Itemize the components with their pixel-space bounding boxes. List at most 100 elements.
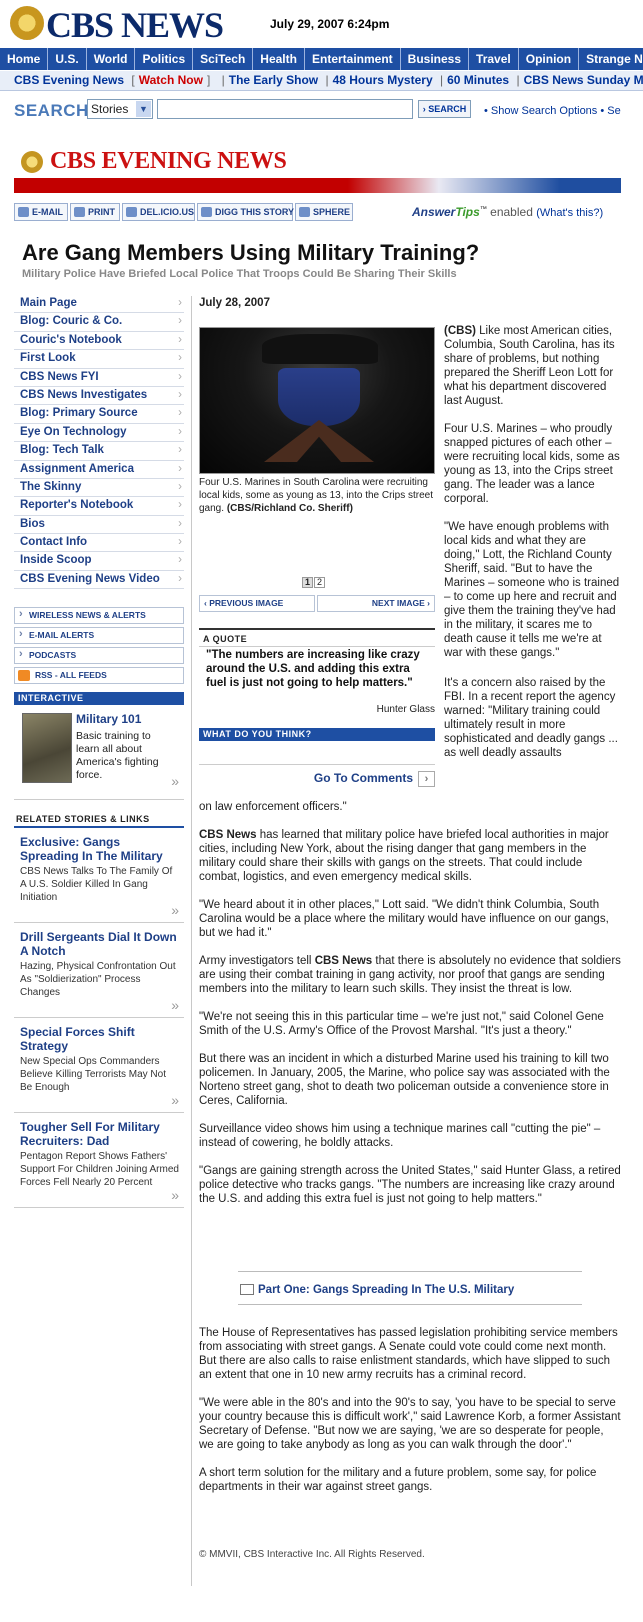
chevron-right-icon[interactable]: ›: [418, 771, 435, 787]
related-item: Exclusive: Gangs Spreading In The Milita…: [14, 828, 184, 924]
more-arrow-icon[interactable]: »: [171, 773, 179, 789]
article-text-column: (CBS) Like most American cities, Columbi…: [444, 324, 621, 760]
related-item-text: CBS News Talks To The Family Of A U.S. S…: [20, 866, 173, 904]
more-arrow-icon[interactable]: »: [171, 902, 179, 918]
nav-health[interactable]: Health: [253, 48, 305, 70]
more-arrow-icon[interactable]: »: [171, 997, 179, 1013]
sidebar-item-couric-notebook[interactable]: Couric's Notebook: [14, 332, 184, 351]
search-type-select[interactable]: Stories ▼: [87, 99, 153, 119]
section-title[interactable]: CBS EVENING NEWS: [50, 148, 287, 175]
nav-travel[interactable]: Travel: [469, 48, 519, 70]
part-one-link[interactable]: Part One: Gangs Spreading In The U.S. Mi…: [238, 1271, 582, 1305]
cbs-eye-icon: [21, 151, 43, 173]
article-paragraph: But there was an incident in which a dis…: [199, 1053, 610, 1107]
nav-strange-news[interactable]: Strange N: [579, 48, 643, 70]
delicious-button[interactable]: DEL.ICIO.US: [122, 203, 195, 221]
article-paragraph: "We heard about it in other places," Lot…: [199, 899, 609, 939]
nav-business[interactable]: Business: [401, 48, 470, 70]
previous-image-button[interactable]: ‹ PREVIOUS IMAGE: [199, 595, 315, 612]
nav-us[interactable]: U.S.: [48, 48, 87, 70]
article-paragraph: "We were able in the 80's and into the 9…: [199, 1397, 621, 1451]
alerts-box: WIRELESS NEWS & ALERTS E-MAIL ALERTS POD…: [14, 607, 184, 685]
sidebar-item-primary-source[interactable]: Blog: Primary Source: [14, 405, 184, 424]
nav-home[interactable]: Home: [0, 48, 49, 70]
page-1-button[interactable]: 1: [302, 577, 313, 588]
article-paragraph: "We're not seeing this in this particula…: [199, 1011, 604, 1037]
next-image-button[interactable]: NEXT IMAGE ›: [317, 595, 435, 612]
go-to-comments-link[interactable]: Go To Comments ›: [199, 764, 435, 787]
nav-scitech[interactable]: SciTech: [193, 48, 254, 70]
sidebar-item-eye-on-technology[interactable]: Eye On Technology: [14, 424, 184, 443]
page-2-button[interactable]: 2: [314, 577, 325, 588]
soldier-thumbnail[interactable]: [22, 713, 72, 784]
related-item-text: Hazing, Physical Confrontation Out As "S…: [20, 961, 176, 999]
sphere-button[interactable]: SPHERE: [295, 203, 353, 221]
sidebar-item-assignment-america[interactable]: Assignment America: [14, 461, 184, 479]
article-paragraph: "Gangs are gaining strength across the U…: [199, 1165, 621, 1205]
interactive-box: INTERACTIVE Military 101 Basic training …: [14, 692, 184, 801]
search-label: SEARCH: [14, 101, 89, 120]
related-item-title[interactable]: Drill Sergeants Dial It Down A Notch: [20, 930, 180, 958]
answertips-badge: AnswerTips™ enabled (What's this?): [412, 205, 604, 219]
related-stories: RELATED STORIES & LINKS Exclusive: Gangs…: [14, 814, 184, 1209]
related-item-title[interactable]: Exclusive: Gangs Spreading In The Milita…: [20, 835, 180, 863]
sidebar-item-inside-scoop[interactable]: Inside Scoop: [14, 552, 184, 571]
nav-politics[interactable]: Politics: [135, 48, 194, 70]
search-bar: SEARCH Stories ▼ › SEARCH • Show Search O…: [0, 96, 643, 128]
section-header: CBS EVENING NEWS: [14, 148, 621, 194]
digg-button[interactable]: DIGG THIS STORY: [197, 203, 294, 221]
sidebar-item-the-skinny[interactable]: The Skinny: [14, 479, 184, 498]
story-tools: E-MAIL PRINT DEL.ICIO.US DIGG THIS STORY…: [14, 203, 621, 223]
subnav-sunday-morning[interactable]: CBS News Sunday Morni: [524, 73, 643, 87]
article-paragraph: It's a concern also raised by the FBI. I…: [444, 677, 618, 759]
related-item-title[interactable]: Tougher Sell For Military Recruiters: Da…: [20, 1120, 180, 1148]
military-101-title[interactable]: Military 101: [76, 712, 141, 726]
sidebar-item-first-look[interactable]: First Look: [14, 350, 184, 369]
sidebar-item-bios[interactable]: Bios: [14, 516, 184, 535]
nav-opinion[interactable]: Opinion: [519, 48, 580, 70]
sidebar-item-couric-co[interactable]: Blog: Couric & Co.: [14, 313, 184, 332]
cbs-eye-logo-icon[interactable]: [10, 6, 44, 40]
column-divider: [191, 296, 192, 1586]
print-button[interactable]: PRINT: [70, 203, 120, 221]
podcasts-button[interactable]: PODCASTS: [14, 647, 184, 665]
whats-this-link[interactable]: (What's this?): [536, 207, 603, 219]
nav-world[interactable]: World: [87, 48, 136, 70]
what-do-you-think-box: WHAT DO YOU THINK?: [199, 728, 435, 741]
military-101-text: Basic training to learn all about Americ…: [76, 730, 159, 782]
quote-heading: A QUOTE: [199, 628, 435, 647]
article-text-flow: on law enforcement officers." CBS News h…: [199, 800, 621, 1220]
show-search-options-link[interactable]: • Show Search Options • Se: [484, 105, 621, 117]
search-input[interactable]: [157, 99, 413, 119]
subnav-cbs-evening-news[interactable]: CBS Evening News: [14, 73, 124, 87]
subnav-48-hours[interactable]: 48 Hours Mystery: [333, 73, 433, 87]
sidebar-item-tech-talk[interactable]: Blog: Tech Talk: [14, 442, 184, 461]
email-icon: [18, 207, 29, 217]
military-101-promo[interactable]: Military 101 Basic training to learn all…: [14, 705, 184, 801]
more-arrow-icon[interactable]: »: [171, 1092, 179, 1108]
related-item: Special Forces Shift Strategy New Specia…: [14, 1018, 184, 1114]
related-item: Tougher Sell For Military Recruiters: Da…: [14, 1113, 184, 1209]
article-photo[interactable]: [199, 327, 435, 474]
email-button[interactable]: E-MAIL: [14, 203, 68, 221]
sidebar-item-reporters-notebook[interactable]: Reporter's Notebook: [14, 497, 184, 516]
sidebar-item-investigates[interactable]: CBS News Investigates: [14, 387, 184, 406]
footer-copyright: © MMVII, CBS Interactive Inc. All Rights…: [199, 1549, 425, 1560]
subnav-60-minutes[interactable]: 60 Minutes: [447, 73, 509, 87]
related-item-title[interactable]: Special Forces Shift Strategy: [20, 1025, 180, 1053]
email-alerts-button[interactable]: E-MAIL ALERTS: [14, 627, 184, 645]
wireless-alerts-button[interactable]: WIRELESS NEWS & ALERTS: [14, 607, 184, 625]
more-arrow-icon[interactable]: »: [171, 1187, 179, 1203]
chevron-down-icon[interactable]: ▼: [136, 101, 151, 117]
sidebar-item-contact-info[interactable]: Contact Info: [14, 534, 184, 553]
cbs-news-logo[interactable]: CBS NEWS: [46, 4, 224, 46]
subnav-early-show[interactable]: The Early Show: [229, 73, 318, 87]
nav-entertainment[interactable]: Entertainment: [305, 48, 401, 70]
sidebar-item-fyi[interactable]: CBS News FYI: [14, 369, 184, 387]
sidebar-item-evening-news-video[interactable]: CBS Evening News Video: [14, 571, 184, 590]
search-button[interactable]: › SEARCH: [418, 100, 471, 118]
subnav-watch-now[interactable]: Watch Now: [139, 73, 203, 87]
rss-feeds-button[interactable]: RSS - ALL FEEDS: [14, 667, 184, 685]
sidebar-item-main-page[interactable]: Main Page: [14, 295, 184, 314]
article-paragraph: The House of Representatives has passed …: [199, 1327, 618, 1381]
